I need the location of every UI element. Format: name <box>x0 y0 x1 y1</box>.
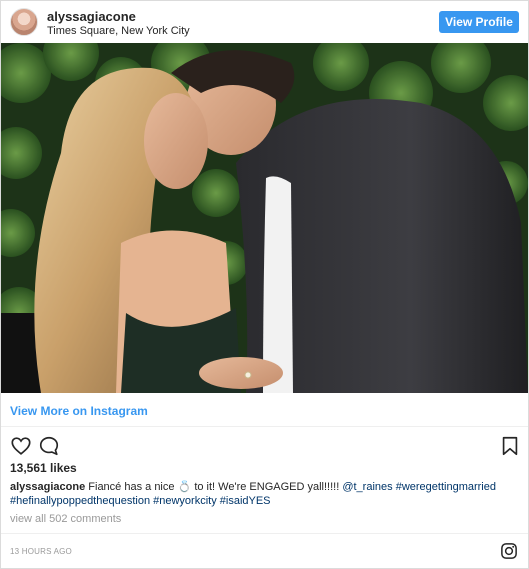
hashtag-link[interactable]: #newyorkcity <box>153 495 217 507</box>
caption: alyssagiacone Fiancé has a nice 💍 to it!… <box>10 480 515 508</box>
instagram-embed-card: alyssagiacone Times Square, New York Cit… <box>0 0 529 569</box>
location[interactable]: Times Square, New York City <box>47 25 190 37</box>
instagram-logo-icon[interactable] <box>500 542 518 560</box>
caption-username[interactable]: alyssagiacone <box>10 481 85 493</box>
mention-link[interactable]: @t_raines <box>342 481 392 493</box>
post-photo[interactable] <box>1 43 528 393</box>
view-comments-link[interactable]: view all 502 comments <box>10 513 121 525</box>
hashtag-link[interactable]: #hefinallypoppedthequestion <box>10 495 150 507</box>
photo-illustration <box>1 43 528 393</box>
divider <box>1 533 528 534</box>
hashtag-link[interactable]: #isaidYES <box>220 495 271 507</box>
divider <box>1 426 528 427</box>
hashtag-link[interactable]: #weregettingmarried <box>396 481 496 493</box>
bookmark-icon[interactable] <box>499 435 521 457</box>
likes-count[interactable]: 13,561 likes <box>10 461 77 475</box>
username[interactable]: alyssagiacone <box>47 9 136 24</box>
ring-emoji: 💍 <box>177 481 192 493</box>
timestamp[interactable]: 13 HOURS AGO <box>10 547 72 556</box>
heart-icon[interactable] <box>10 435 32 457</box>
view-profile-button[interactable]: View Profile <box>439 11 519 33</box>
avatar[interactable] <box>10 8 38 36</box>
view-more-link[interactable]: View More on Instagram <box>10 404 148 418</box>
caption-text-before: Fiancé has a nice <box>88 481 175 493</box>
comment-icon[interactable] <box>38 435 60 457</box>
caption-text-after: to it! We're ENGAGED yall!!!!! <box>194 481 340 493</box>
post-header: alyssagiacone Times Square, New York Cit… <box>1 1 528 43</box>
